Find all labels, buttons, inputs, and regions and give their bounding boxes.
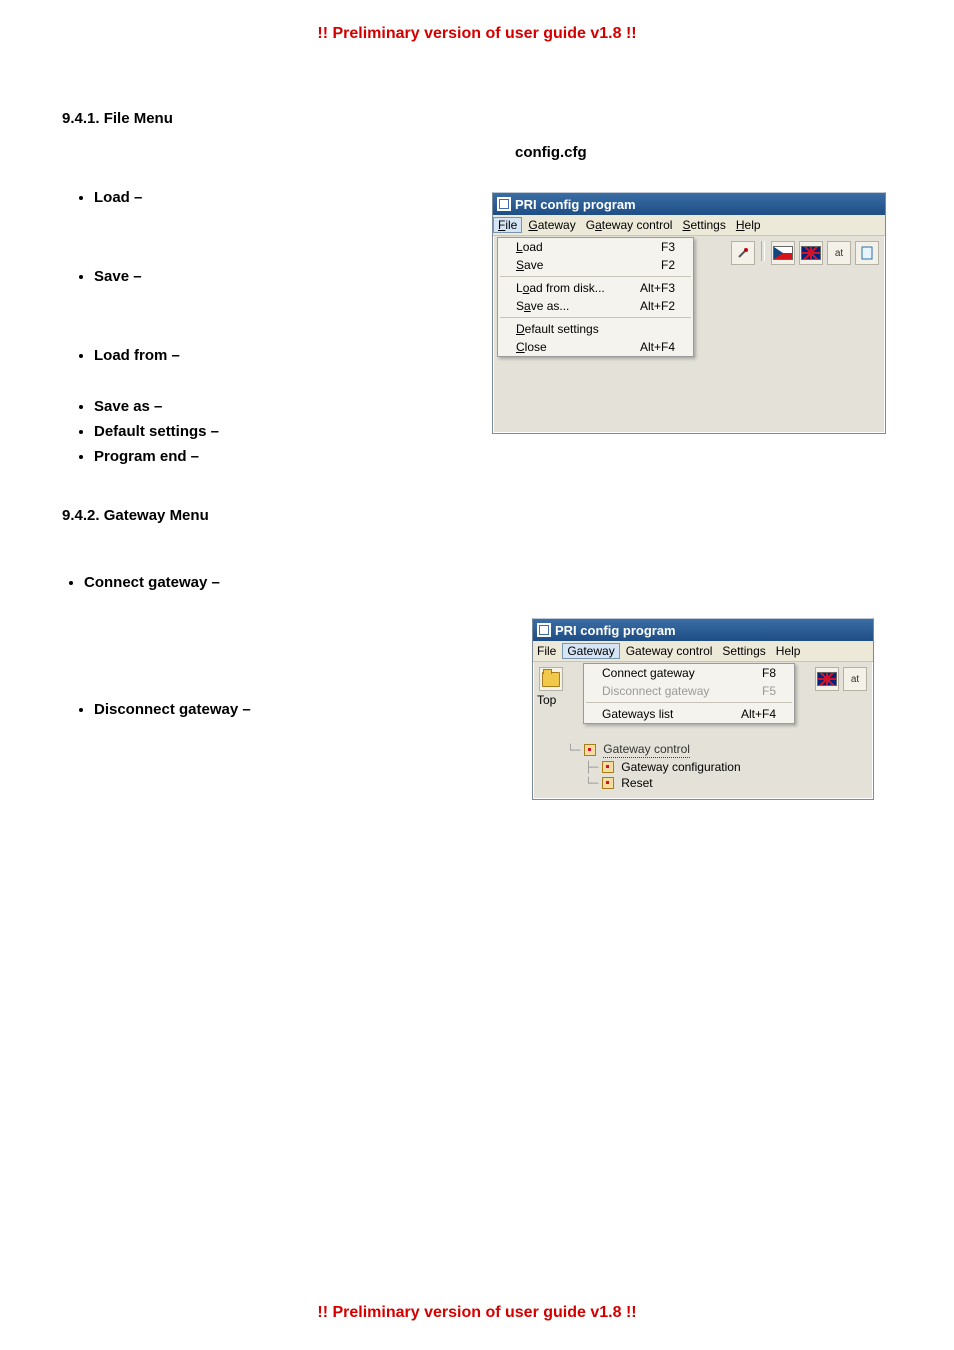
menu-help[interactable]: Help: [776, 644, 801, 658]
file-menu-save-as[interactable]: Save as...Alt+F2: [498, 297, 693, 315]
file-menu-default-settings[interactable]: Default settings: [498, 320, 693, 338]
section-heading-gateway-menu: 9.4.2. Gateway Menu: [62, 507, 892, 524]
window-title: PRI config program: [515, 197, 636, 212]
flag-uk-icon: [801, 246, 821, 260]
toolbar-flag-uk[interactable]: [799, 241, 823, 265]
tree-node-reset[interactable]: └─Reset: [585, 775, 741, 791]
nav-tree: └─Gateway control ├─Gateway configuratio…: [561, 737, 747, 795]
file-menu-close[interactable]: CloseAlt+F4: [498, 338, 693, 356]
toolbar-open-button[interactable]: [539, 667, 563, 691]
gateway-dropdown: Connect gatewayF8 Disconnect gatewayF5 G…: [583, 663, 795, 724]
window-title: PRI config program: [555, 623, 676, 638]
file-menu-load-from-disk[interactable]: Load from disk...Alt+F3: [498, 279, 693, 297]
file-menu-sep2: [500, 317, 691, 318]
document-icon: [861, 246, 873, 260]
screenshot-file-menu: PRI config program File Gateway Gateway …: [492, 192, 886, 434]
menu-file[interactable]: File: [537, 644, 556, 658]
gateway-menu-disconnect: Disconnect gatewayF5: [584, 682, 794, 700]
top-label: Top: [537, 693, 556, 707]
tree-node-icon: [602, 761, 614, 773]
menu-settings[interactable]: Settings: [682, 218, 725, 232]
window-sys-icon: [537, 623, 551, 637]
screenshot-gateway-menu: PRI config program File Gateway Gateway …: [532, 618, 874, 800]
folder-open-icon: [542, 672, 560, 687]
menu-gateway-control[interactable]: Gateway control: [586, 218, 673, 232]
bullet-connect-gateway: Connect gateway –: [84, 574, 892, 591]
file-dropdown: LoadF3 SaveF2 Load from disk...Alt+F3 Sa…: [497, 237, 694, 357]
gateway-menu-list[interactable]: Gateways listAlt+F4: [584, 705, 794, 723]
window-titlebar: PRI config program: [533, 619, 873, 641]
menu-gateway-control[interactable]: Gateway control: [626, 644, 713, 658]
file-menu-save[interactable]: SaveF2: [498, 256, 693, 274]
config-filename-label: config.cfg: [515, 144, 587, 161]
tree-node-icon: [602, 777, 614, 789]
toolbar-flag-uk[interactable]: [815, 667, 839, 691]
gateway-menu-connect[interactable]: Connect gatewayF8: [584, 664, 794, 682]
menu-file[interactable]: File: [493, 217, 522, 233]
file-menu-sep1: [500, 276, 691, 277]
toolbar-btn-at[interactable]: at: [843, 667, 867, 691]
menu-gateway[interactable]: Gateway: [528, 218, 575, 232]
window-sys-icon: [497, 197, 511, 211]
page-header: !! Preliminary version of user guide v1.…: [0, 0, 954, 43]
toolbar-right: at: [731, 241, 879, 265]
toolbar-btn-at[interactable]: at: [827, 241, 851, 265]
toolbar-btn-connect[interactable]: [731, 241, 755, 265]
menu-settings[interactable]: Settings: [722, 644, 765, 658]
tree-node-gateway-control[interactable]: └─Gateway control: [567, 741, 741, 759]
menu-help[interactable]: Help: [736, 218, 761, 232]
tree-node-gateway-configuration[interactable]: ├─Gateway configuration: [585, 759, 741, 775]
toolbar-btn-doc[interactable]: [855, 241, 879, 265]
file-menu-load[interactable]: LoadF3: [498, 238, 693, 256]
section-heading-file-menu: 9.4.1. File Menu: [62, 110, 892, 127]
flag-cz-icon: [773, 246, 793, 260]
menu-gateway[interactable]: Gateway: [562, 643, 619, 659]
toolbar-flag-cz[interactable]: [771, 241, 795, 265]
menubar: File Gateway Gateway control Settings He…: [533, 641, 873, 662]
bullet-program-end: Program end –: [94, 448, 892, 465]
flag-uk-icon: [817, 672, 837, 686]
plug-icon: [736, 246, 750, 260]
toolbar-right: at: [815, 667, 867, 691]
page-footer: !! Preliminary version of user guide v1.…: [0, 1304, 954, 1322]
tree-node-icon: [584, 744, 596, 756]
window-titlebar: PRI config program: [493, 193, 885, 215]
gateway-menu-sep: [586, 702, 792, 703]
menubar: File Gateway Gateway control Settings He…: [493, 215, 885, 236]
toolbar-divider: [761, 241, 765, 261]
